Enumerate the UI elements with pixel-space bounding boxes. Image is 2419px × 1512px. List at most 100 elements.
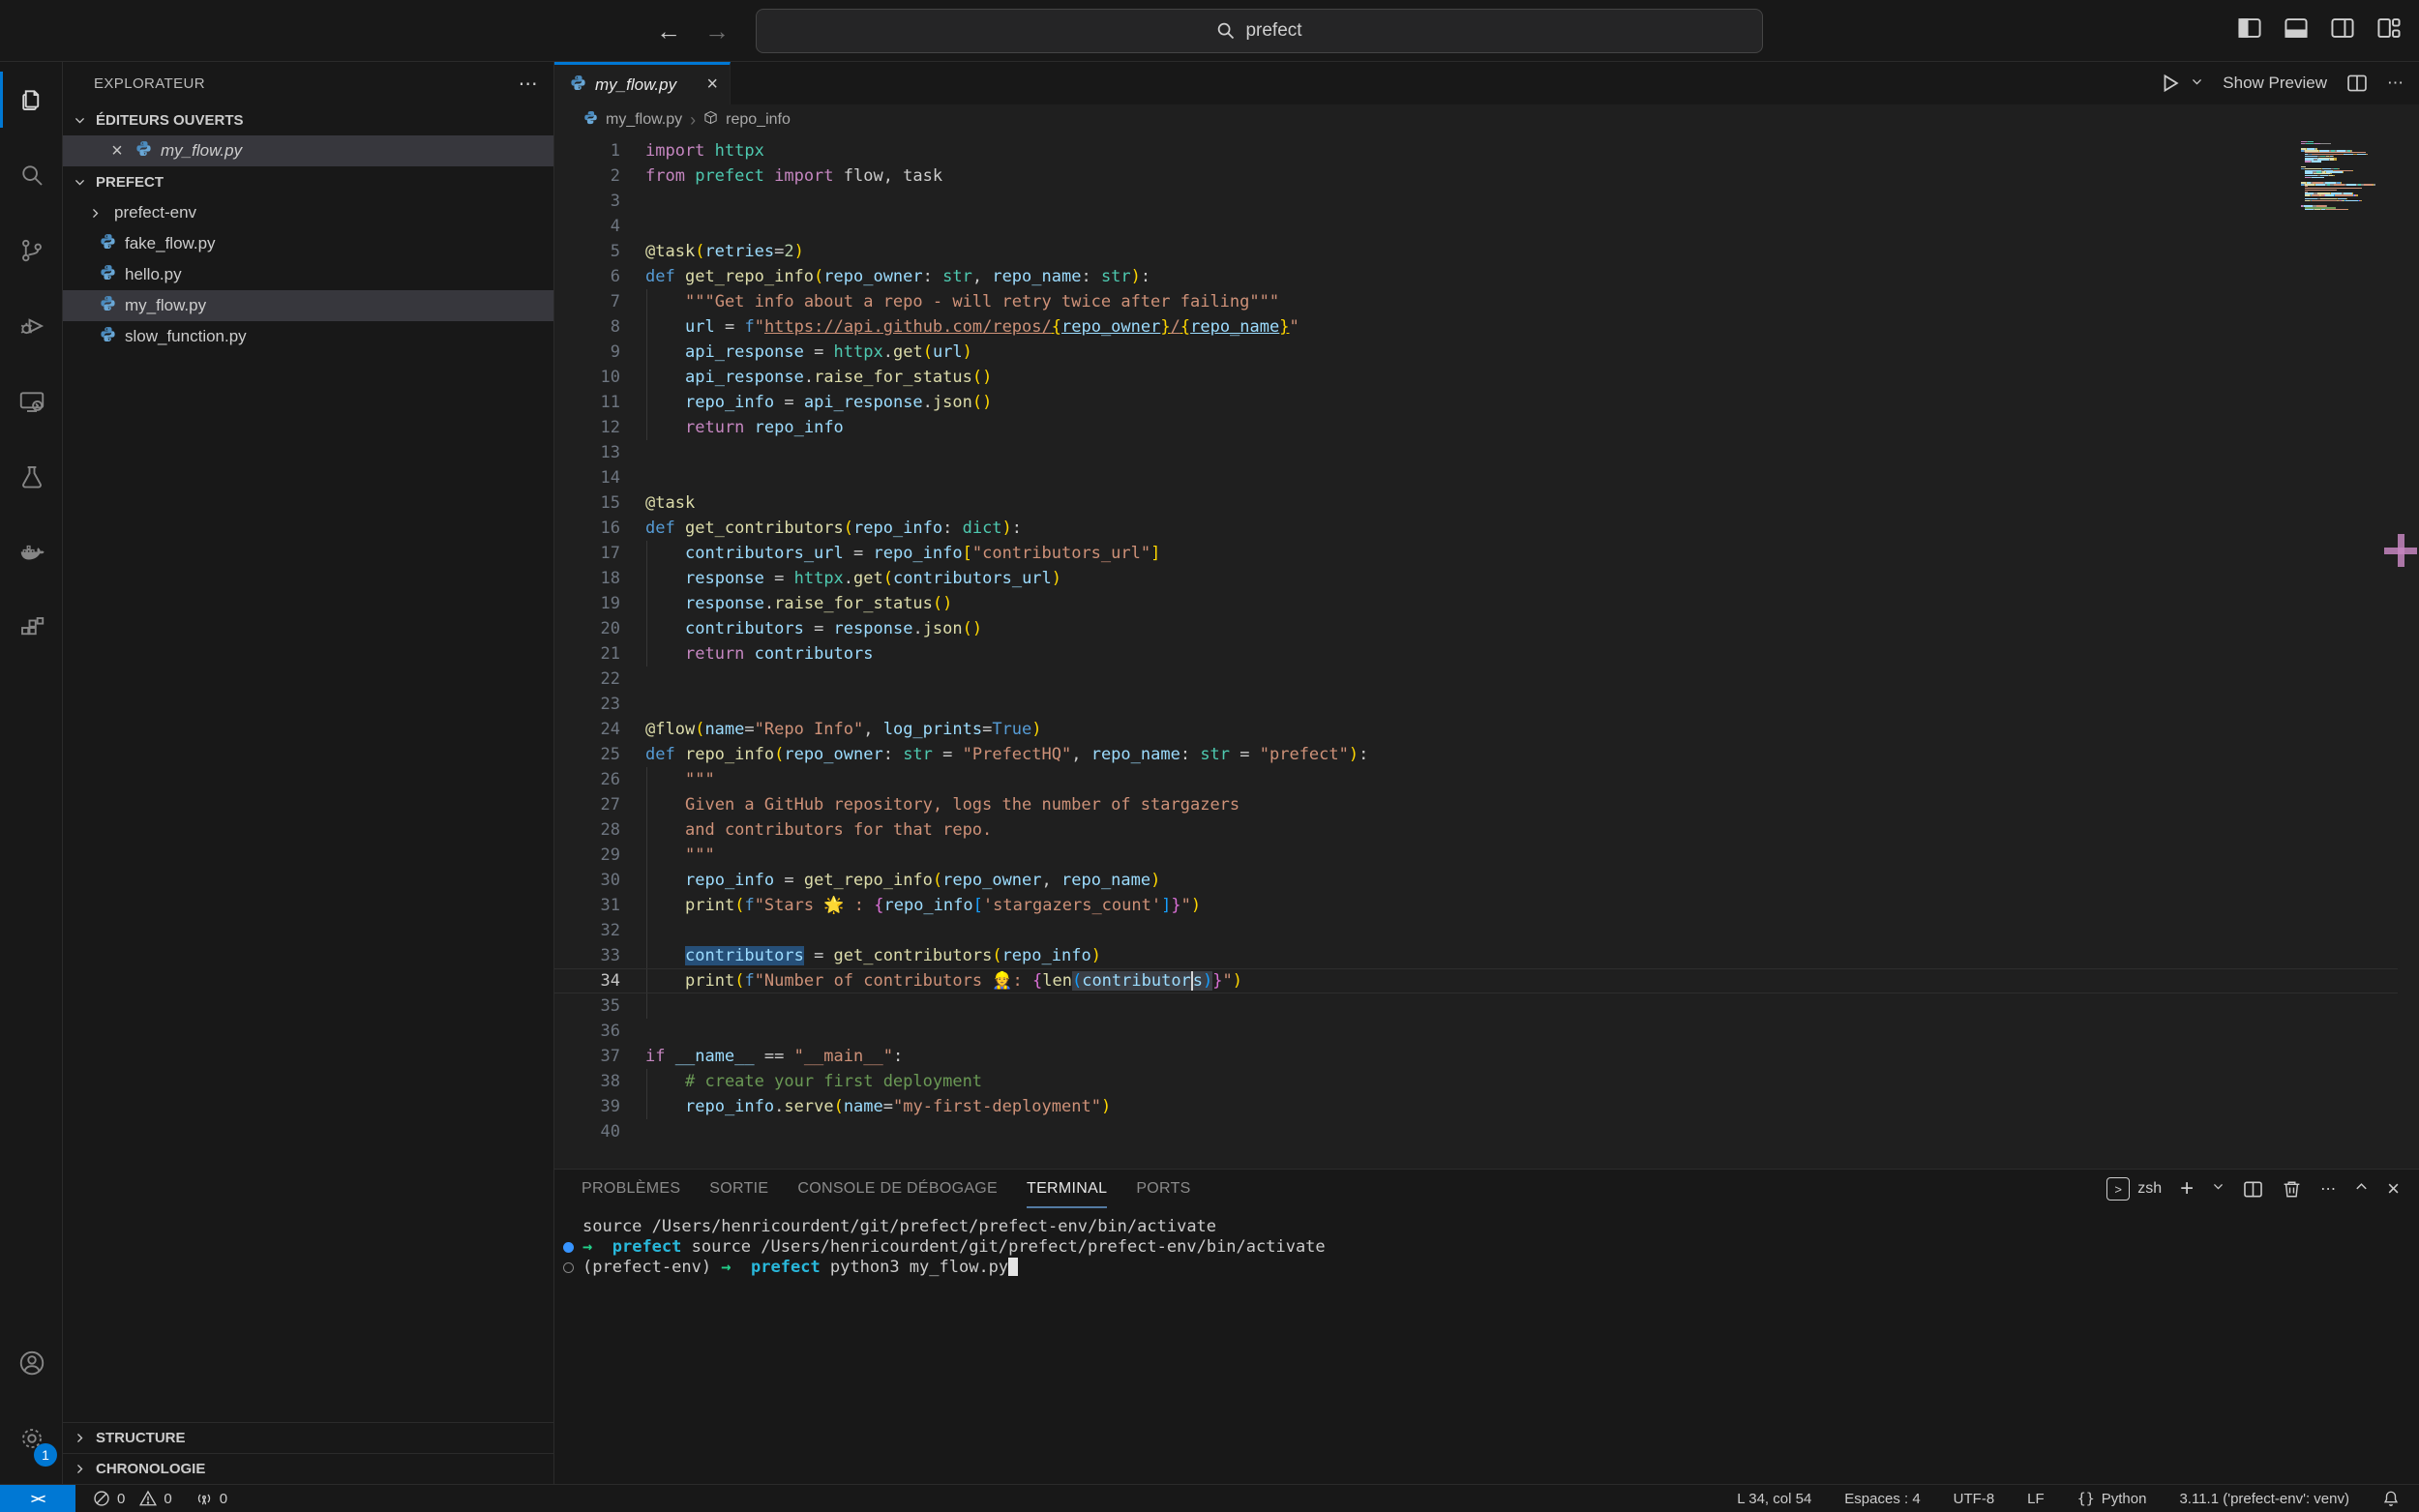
code-line[interactable]: 27Given a GitHub repository, logs the nu…: [554, 792, 2419, 817]
explorer-more-actions-icon[interactable]: ⋯: [519, 72, 538, 96]
navigate-forward-icon[interactable]: →: [700, 14, 734, 48]
code-line[interactable]: 1import httpx: [554, 138, 2419, 163]
code-line[interactable]: 18response = httpx.get(contributors_url): [554, 566, 2419, 591]
section-chronologie[interactable]: CHRONOLOGIE: [63, 1453, 553, 1484]
code-line[interactable]: 13: [554, 440, 2419, 465]
code-line[interactable]: 26""": [554, 767, 2419, 792]
editor-more-actions-icon[interactable]: ⋯: [2387, 74, 2404, 93]
code-line[interactable]: 23: [554, 692, 2419, 717]
code-line[interactable]: 37if __name__ == "__main__":: [554, 1044, 2419, 1069]
code-line[interactable]: 22: [554, 667, 2419, 692]
show-preview-button[interactable]: Show Preview: [2223, 74, 2327, 93]
toggle-secondary-sidebar-icon[interactable]: [2330, 15, 2355, 41]
code-editor[interactable]: 1import httpx2from prefect import flow, …: [554, 135, 2419, 1169]
code-line[interactable]: 17contributors_url = repo_info["contribu…: [554, 541, 2419, 566]
code-line[interactable]: 12return repo_info: [554, 415, 2419, 440]
code-line[interactable]: 30repo_info = get_repo_info(repo_owner, …: [554, 868, 2419, 893]
problems-status[interactable]: 0 0: [93, 1490, 172, 1507]
cursor-position-status[interactable]: L 34, col 54: [1737, 1491, 1811, 1507]
run-python-file-icon[interactable]: [2160, 73, 2181, 94]
terminal[interactable]: source /Users/henricourdent/git/prefect/…: [554, 1208, 2419, 1278]
activity-source-control-icon[interactable]: [0, 213, 63, 288]
minimap[interactable]: [2301, 141, 2398, 213]
code-line[interactable]: 20contributors = response.json(): [554, 616, 2419, 641]
split-terminal-icon[interactable]: [2243, 1179, 2263, 1200]
toggle-panel-icon[interactable]: [2284, 15, 2309, 41]
activity-docker-icon[interactable]: [0, 515, 63, 590]
code-line[interactable]: 39repo_info.serve(name="my-first-deploym…: [554, 1094, 2419, 1119]
code-line[interactable]: 40: [554, 1119, 2419, 1144]
panel-tab-terminal[interactable]: TERMINAL: [1027, 1170, 1107, 1208]
toggle-primary-sidebar-icon[interactable]: [2237, 15, 2262, 41]
python-interpreter-status[interactable]: 3.11.1 ('prefect-env': venv): [2179, 1491, 2349, 1507]
code-line[interactable]: 2from prefect import flow, task: [554, 163, 2419, 189]
code-line[interactable]: 35: [554, 993, 2419, 1019]
notifications-bell-icon[interactable]: [2382, 1490, 2400, 1507]
code-line[interactable]: 24@flow(name="Repo Info", log_prints=Tru…: [554, 717, 2419, 742]
panel-tab-probl-mes[interactable]: PROBLÈMES: [582, 1170, 680, 1208]
code-line[interactable]: 31print(f"Stars 🌟 : {repo_info['stargaze…: [554, 893, 2419, 918]
language-mode-status[interactable]: {} Python: [2077, 1490, 2147, 1507]
ports-status[interactable]: 0: [195, 1490, 227, 1507]
encoding-status[interactable]: UTF-8: [1954, 1491, 1995, 1507]
activity-remote-explorer-icon[interactable]: [0, 364, 63, 439]
file-tree-item-fake-flow-py[interactable]: fake_flow.py: [63, 228, 553, 259]
section-structure[interactable]: STRUCTURE: [63, 1422, 553, 1453]
split-editor-icon[interactable]: [2346, 73, 2368, 94]
code-line[interactable]: 15@task: [554, 490, 2419, 516]
activity-search-icon[interactable]: [0, 137, 63, 213]
activity-explorer-icon[interactable]: [0, 62, 63, 137]
code-line[interactable]: 14: [554, 465, 2419, 490]
code-line[interactable]: 21return contributors: [554, 641, 2419, 667]
open-editor-item[interactable]: ×my_flow.py: [63, 135, 553, 166]
code-line[interactable]: 36: [554, 1019, 2419, 1044]
terminal-line[interactable]: (prefect-env) → prefect python3 my_flow.…: [554, 1258, 2419, 1278]
code-line[interactable]: 9api_response = httpx.get(url): [554, 340, 2419, 365]
activity-run-debug-icon[interactable]: [0, 288, 63, 364]
code-line[interactable]: 32: [554, 918, 2419, 943]
customize-layout-icon[interactable]: [2376, 15, 2402, 41]
panel-more-actions-icon[interactable]: ⋯: [2320, 1179, 2336, 1199]
code-line[interactable]: 10api_response.raise_for_status(): [554, 365, 2419, 390]
code-line[interactable]: 16def get_contributors(repo_info: dict):: [554, 516, 2419, 541]
command-center-search[interactable]: prefect: [756, 9, 1763, 53]
terminal-shell-badge[interactable]: > zsh: [2106, 1177, 2162, 1201]
remote-indicator[interactable]: ><: [0, 1485, 75, 1512]
breadcrumb-symbol[interactable]: repo_info: [726, 111, 791, 129]
close-icon[interactable]: ×: [107, 140, 127, 163]
file-tree-item-prefect-env[interactable]: prefect-env: [63, 197, 553, 228]
maximize-panel-icon[interactable]: [2354, 1179, 2369, 1199]
code-line[interactable]: 34print(f"Number of contributors 👷: {len…: [554, 968, 2419, 993]
code-line[interactable]: 38# create your first deployment: [554, 1069, 2419, 1094]
code-line[interactable]: 3: [554, 189, 2419, 214]
tab-close-icon[interactable]: ×: [706, 74, 718, 96]
eol-status[interactable]: LF: [2027, 1491, 2045, 1507]
open-editors-section-header[interactable]: ÉDITEURS OUVERTS: [63, 104, 553, 135]
code-line[interactable]: 29""": [554, 843, 2419, 868]
kill-terminal-icon[interactable]: [2282, 1179, 2302, 1200]
activity-extensions-icon[interactable]: [0, 590, 63, 666]
tab-my-flow-py[interactable]: my_flow.py ×: [554, 62, 731, 104]
workspace-section-header[interactable]: PREFECT: [63, 166, 553, 197]
activity-settings-icon[interactable]: 1: [0, 1401, 63, 1476]
navigate-back-icon[interactable]: ←: [651, 14, 686, 48]
panel-tab-sortie[interactable]: SORTIE: [709, 1170, 768, 1208]
code-line[interactable]: 7"""Get info about a repo - will retry t…: [554, 289, 2419, 314]
code-line[interactable]: 8url = f"https://api.github.com/repos/{r…: [554, 314, 2419, 340]
code-line[interactable]: 11repo_info = api_response.json(): [554, 390, 2419, 415]
panel-tab-console-de-d-bogage[interactable]: CONSOLE DE DÉBOGAGE: [797, 1170, 998, 1208]
run-dropdown-chevron-icon[interactable]: [2191, 74, 2203, 93]
terminal-line[interactable]: source /Users/henricourdent/git/prefect/…: [554, 1217, 2419, 1237]
file-tree-item-my-flow-py[interactable]: my_flow.py: [63, 290, 553, 321]
breadcrumb-file[interactable]: my_flow.py: [606, 111, 682, 129]
code-line[interactable]: 6def get_repo_info(repo_owner: str, repo…: [554, 264, 2419, 289]
activity-testing-icon[interactable]: [0, 439, 63, 515]
code-line[interactable]: 4: [554, 214, 2419, 239]
panel-tab-ports[interactable]: PORTS: [1136, 1170, 1190, 1208]
file-tree-item-hello-py[interactable]: hello.py: [63, 259, 553, 290]
new-terminal-icon[interactable]: +: [2180, 1175, 2194, 1202]
terminal-dropdown-chevron-icon[interactable]: [2212, 1180, 2225, 1198]
indentation-status[interactable]: Espaces : 4: [1844, 1491, 1920, 1507]
code-line[interactable]: 5@task(retries=2): [554, 239, 2419, 264]
activity-account-icon[interactable]: [0, 1325, 63, 1401]
